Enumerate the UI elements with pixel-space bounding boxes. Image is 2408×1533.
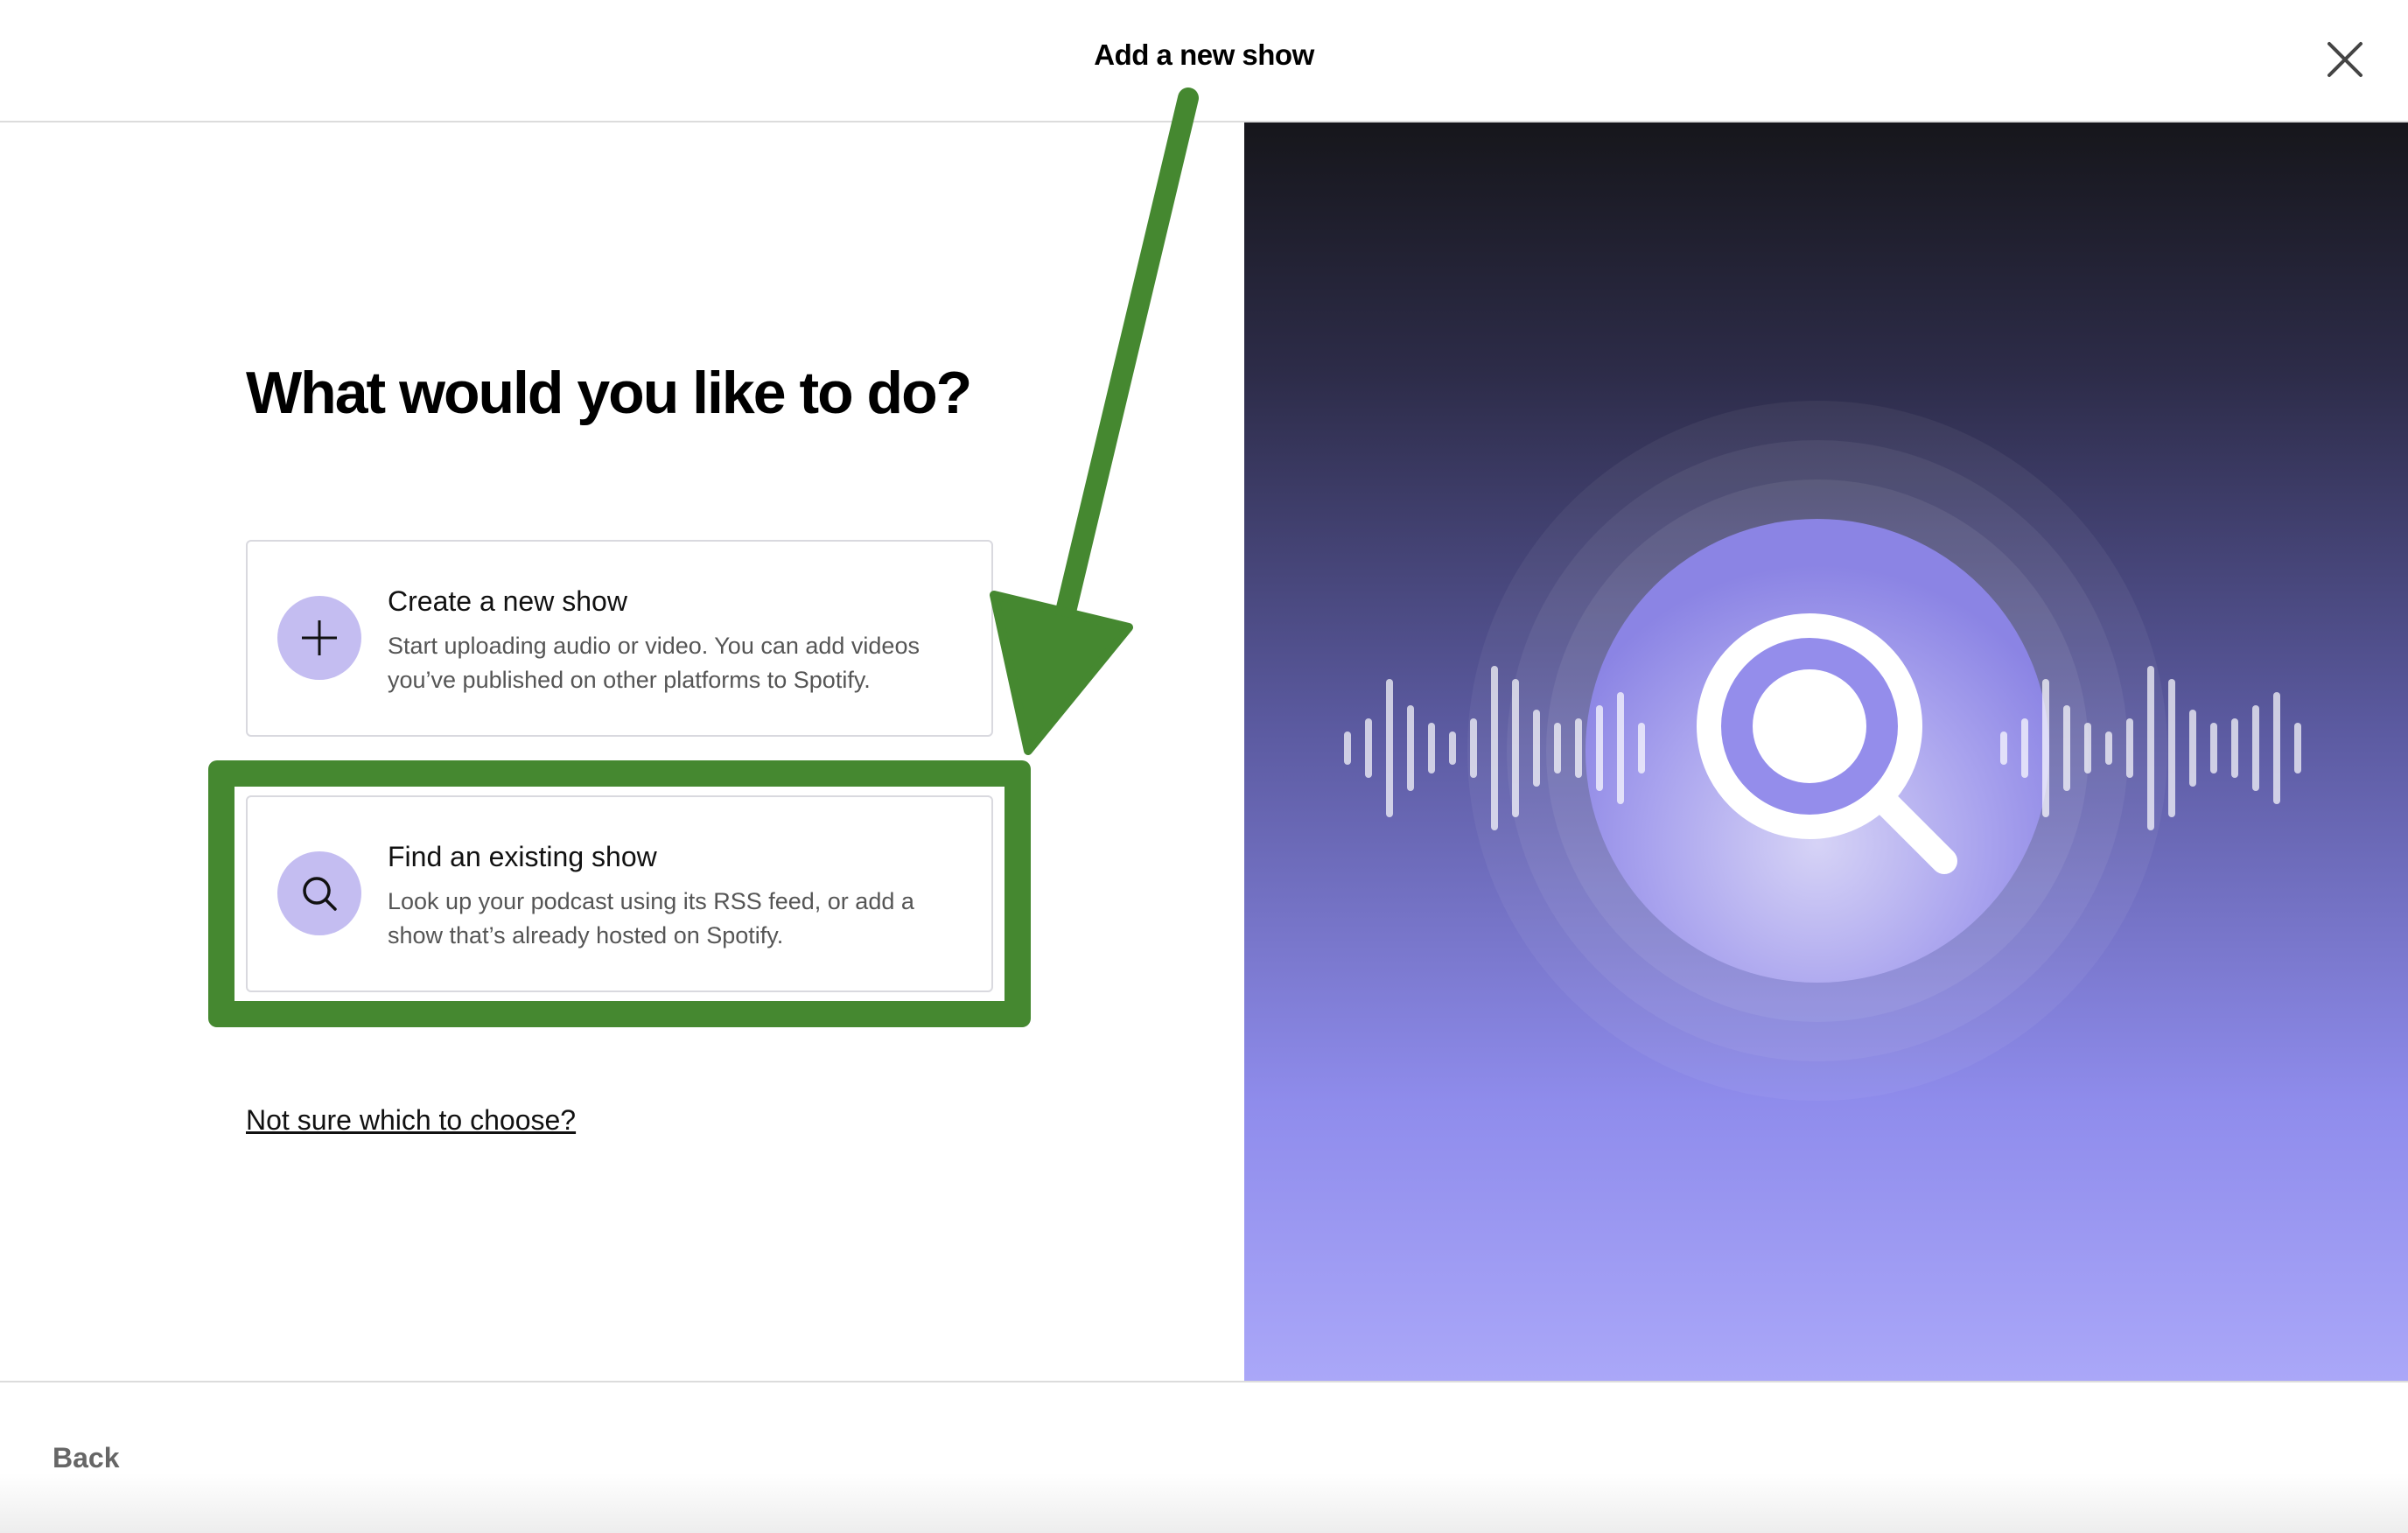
find-existing-show-option[interactable]: Find an existing show Look up your podca… [246, 795, 993, 992]
option-description: Look up your podcast using its RSS feed,… [388, 888, 914, 948]
search-icon [277, 851, 361, 935]
plus-icon [277, 596, 361, 680]
page-heading: What would you like to do? [246, 360, 972, 426]
option-title: Find an existing show [388, 841, 657, 872]
create-new-show-option[interactable]: Create a new show Start uploading audio … [246, 540, 993, 737]
options-panel: What would you like to do? Create a new … [0, 122, 1243, 1381]
illustration-panel [1244, 122, 2408, 1381]
option-description: Start uploading audio or video. You can … [388, 633, 920, 693]
modal-title: Add a new show [1094, 38, 1314, 71]
magnifier-soundwave-illustration [1344, 401, 2301, 1101]
option-title: Create a new show [388, 585, 627, 617]
help-link[interactable]: Not sure which to choose? [246, 1104, 576, 1137]
modal-footer: Back [0, 1381, 2408, 1533]
modal-header: Add a new show [0, 0, 2408, 122]
back-button[interactable]: Back [52, 1442, 120, 1474]
close-icon[interactable] [2320, 35, 2370, 84]
